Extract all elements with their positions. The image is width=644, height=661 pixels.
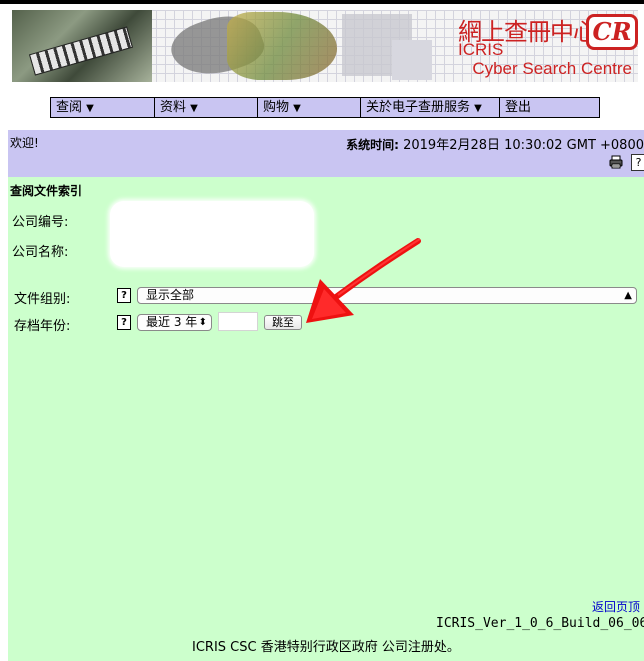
menu-information[interactable]: 资料 ▼	[155, 98, 258, 117]
menu-label: 购物	[263, 100, 290, 115]
top-black-bar	[0, 0, 644, 4]
cr-logo: CR	[586, 14, 638, 50]
select-arrows-icon: ⬍	[198, 317, 207, 328]
version-text: ICRIS_Ver_1_0_6_Build_06_06	[436, 616, 644, 631]
help-icon[interactable]: ?	[117, 288, 131, 303]
document-group-label: 文件组别:	[14, 292, 71, 307]
redacted-area	[110, 201, 314, 267]
company-number-label: 公司编号:	[12, 215, 69, 230]
welcome-text: 欢迎!	[10, 136, 39, 150]
jump-button[interactable]: 跳至	[264, 315, 302, 330]
help-icon[interactable]: ?	[117, 315, 131, 330]
system-time: 系统时间: 2019年2月28日 10:30:02 GMT +0800	[346, 134, 644, 153]
page-title: 查阅文件索引	[10, 184, 83, 198]
banner: 網上查冊中心 CR ICRIS Cyber Search Centre	[12, 10, 638, 82]
printer-icon[interactable]	[609, 155, 623, 169]
filing-year-value: 最近 3 年	[146, 315, 198, 329]
system-time-value: 2019年2月28日 10:30:02 GMT +0800	[403, 138, 644, 153]
caret-down-icon: ▼	[293, 103, 301, 114]
system-time-label: 系统时间:	[346, 138, 399, 152]
help-icon[interactable]: ?	[631, 154, 644, 171]
annotation-arrow-icon	[306, 238, 421, 323]
main-menu: 查阅 ▼ 资料 ▼ 购物 ▼ 关於电子查册服务 ▼ 登出	[50, 97, 600, 118]
filing-year-label: 存档年份:	[14, 319, 71, 334]
menu-shopping[interactable]: 购物 ▼	[258, 98, 361, 117]
menu-label: 关於电子查册服务	[366, 100, 471, 115]
caret-down-icon: ▼	[474, 103, 482, 114]
back-to-top-link[interactable]: 返回页顶	[592, 598, 640, 615]
caret-down-icon: ▼	[190, 103, 198, 114]
banner-title-english: Cyber Search Centre	[472, 59, 632, 78]
welcome-bar: 欢迎! 系统时间: 2019年2月28日 10:30:02 GMT +0800 …	[8, 130, 644, 177]
menu-label: 登出	[505, 100, 532, 115]
menu-label: 查阅	[56, 100, 83, 115]
banner-collage-shape	[392, 40, 432, 80]
footer-copyright: ICRIS CSC 香港特别行政区政府 公司注册处。	[192, 640, 460, 655]
year-input[interactable]	[218, 312, 258, 331]
main-content: 查阅文件索引 公司编号: 公司名称: 文件组别: ? 显示全部 ▲ 存档年份: …	[8, 177, 644, 661]
company-name-label: 公司名称:	[12, 245, 69, 260]
menu-logout[interactable]: 登出	[500, 98, 599, 117]
menu-label: 资料	[160, 100, 187, 115]
menu-search[interactable]: 查阅 ▼	[51, 98, 155, 117]
banner-title-icris: ICRIS	[458, 40, 504, 59]
filing-year-select[interactable]: 最近 3 年 ⬍	[137, 314, 212, 331]
select-arrows-icon: ▲	[624, 290, 632, 301]
document-group-value: 显示全部	[146, 288, 195, 302]
menu-about-service[interactable]: 关於电子查册服务 ▼	[361, 98, 500, 117]
caret-down-icon: ▼	[86, 103, 94, 114]
